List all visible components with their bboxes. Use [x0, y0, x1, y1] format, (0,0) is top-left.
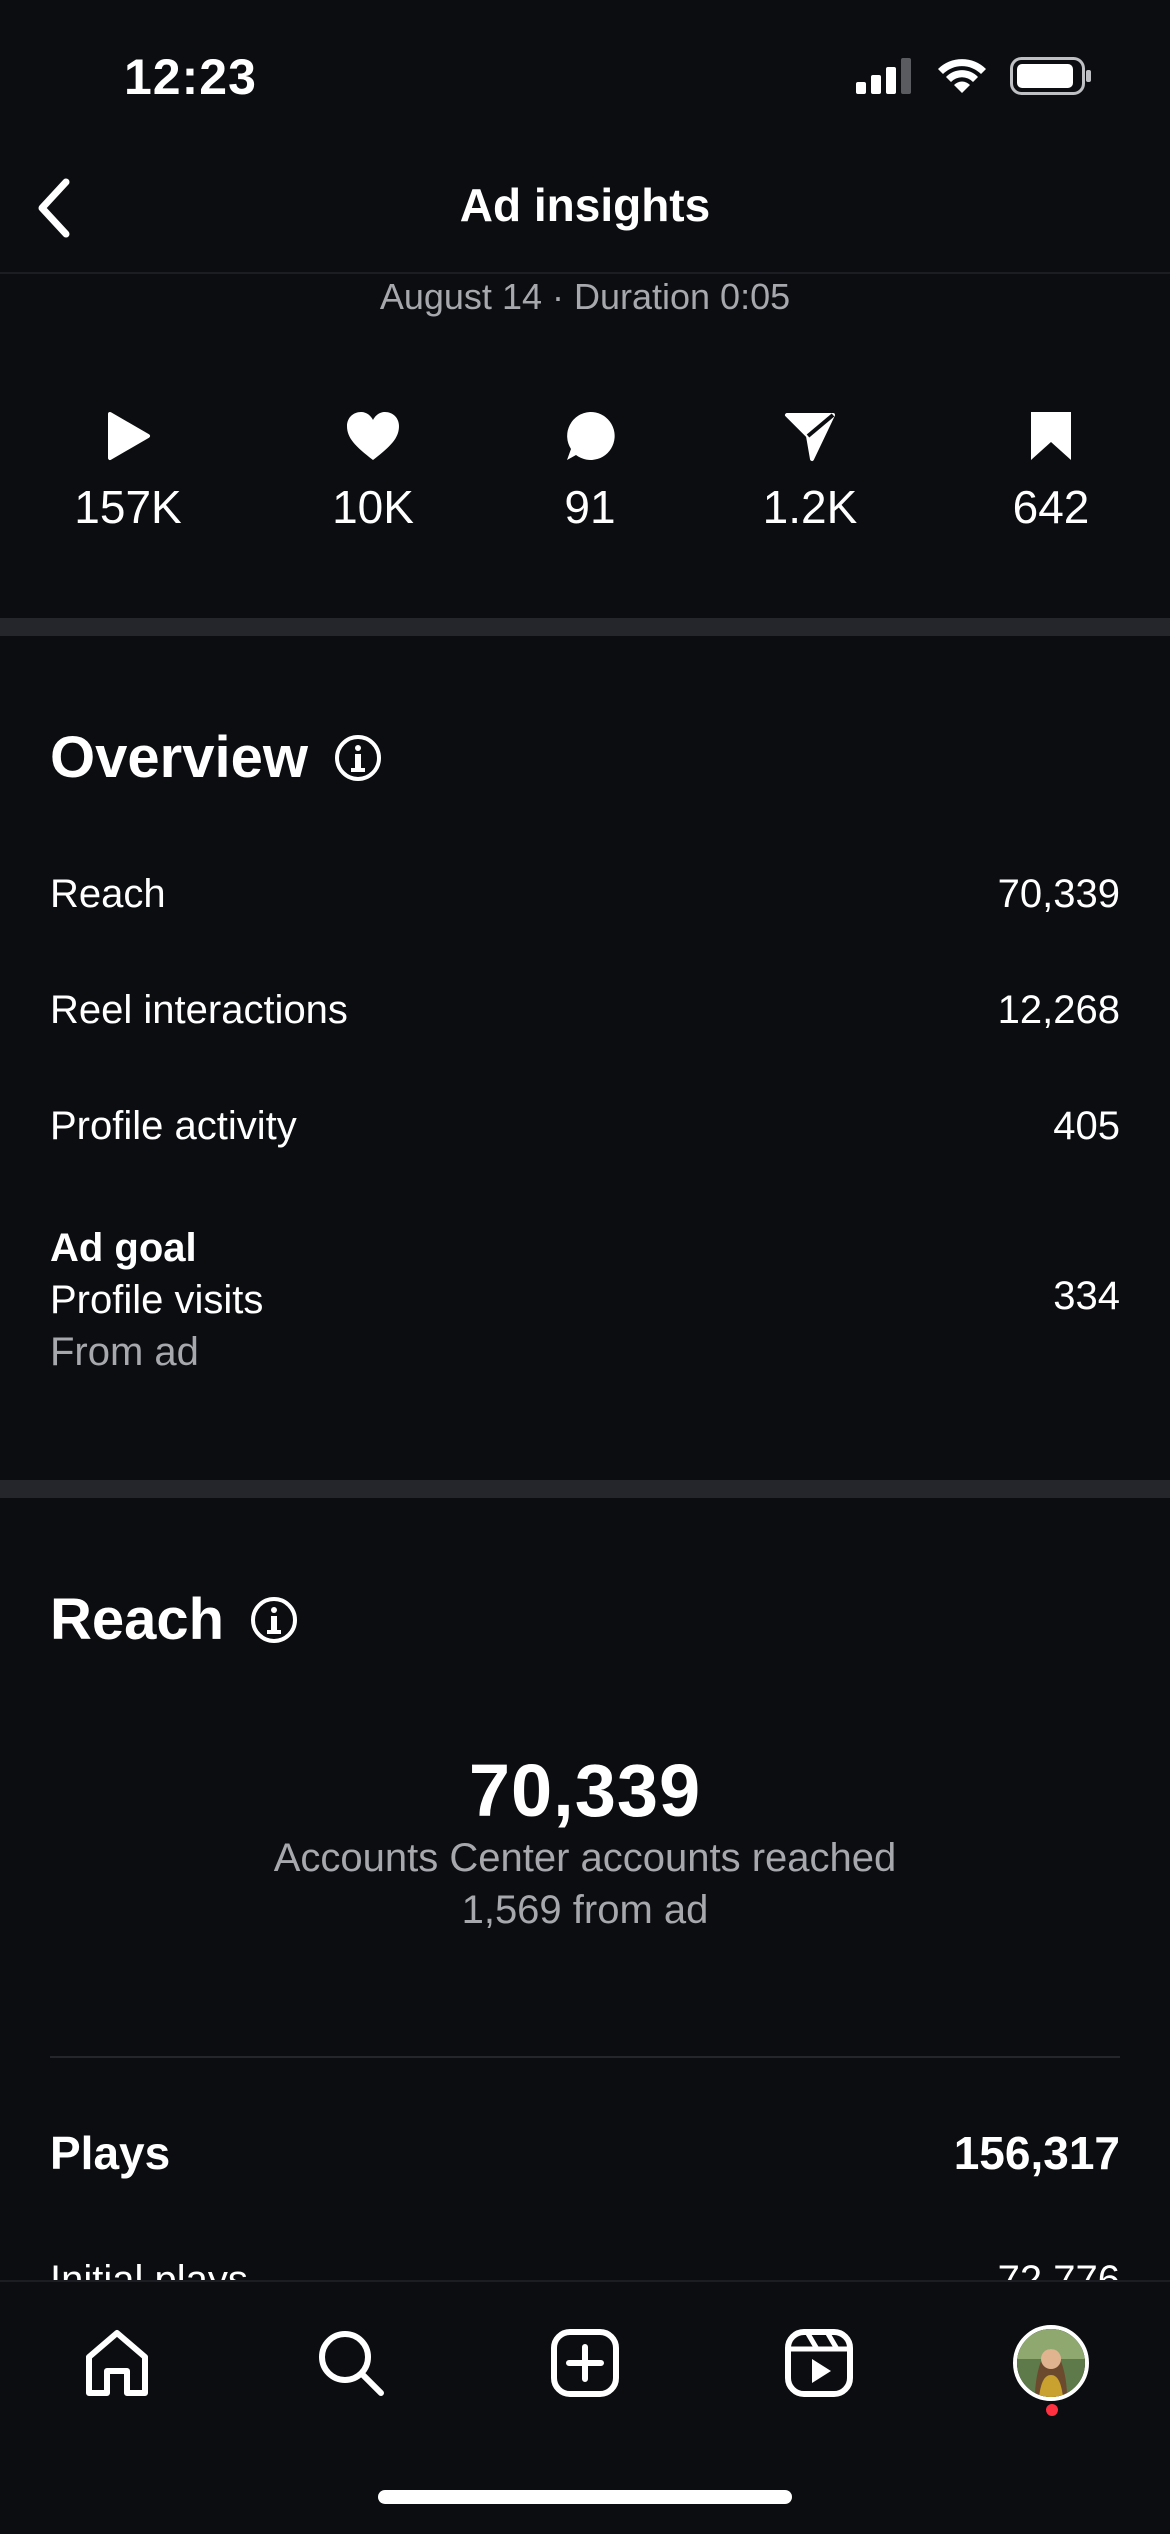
- overview-row-profile-activity: Profile activity 405: [50, 1104, 1120, 1149]
- stat-likes: 10K: [273, 410, 473, 534]
- reach-from-ad: 1,569 from ad: [461, 1888, 709, 1932]
- stat-plays-value: 157K: [74, 481, 182, 533]
- share-icon: [785, 413, 835, 461]
- ad-goal-sub: From ad: [50, 1330, 199, 1374]
- reels-icon: [785, 2329, 853, 2397]
- notification-dot: [1046, 2404, 1058, 2416]
- ad-goal-value: 334: [1053, 1274, 1120, 1318]
- cellular-signal-icon: [856, 58, 911, 94]
- engagement-stats: 157K 10K 91 1.2K 642: [0, 410, 1170, 550]
- create-icon: [551, 2329, 619, 2397]
- row-label: Reach: [50, 872, 166, 916]
- comment-icon: [567, 411, 615, 460]
- row-value: 70,339: [997, 872, 1120, 916]
- stat-plays: 157K: [28, 410, 228, 534]
- overview-row-reel-interactions: Reel interactions 12,268: [50, 988, 1120, 1033]
- post-date-duration: August 14 · Duration 0:05: [379, 276, 791, 317]
- stat-saves-value: 642: [1012, 481, 1090, 533]
- avatar-image: [1017, 2329, 1085, 2397]
- heart-icon: [347, 412, 399, 460]
- section-separator: [0, 618, 1170, 636]
- search-icon: [319, 2331, 384, 2396]
- ad-goal-label: Profile visits: [50, 1278, 264, 1322]
- row-label: Profile activity: [50, 1104, 297, 1148]
- row-label: Reel interactions: [50, 988, 348, 1032]
- plays-label: Plays: [50, 2127, 171, 2179]
- nav-profile[interactable]: [1006, 2318, 1096, 2408]
- section-separator: [0, 1480, 1170, 1498]
- info-icon[interactable]: [250, 1596, 298, 1644]
- status-time: 12:23: [124, 49, 257, 105]
- row-value: 405: [1053, 1104, 1120, 1148]
- overview-row-reach: Reach 70,339: [50, 872, 1120, 917]
- reach-title-text: Reach: [50, 1587, 225, 1652]
- play-icon: [108, 412, 150, 460]
- stat-shares: 1.2K: [710, 410, 910, 534]
- ad-goal-block: Ad goal Profile visits From ad 334: [50, 1222, 1120, 1378]
- info-icon[interactable]: [334, 734, 382, 782]
- plays-value: 156,317: [953, 2127, 1120, 2179]
- profile-avatar: [1013, 2325, 1089, 2401]
- status-icons: [856, 56, 1092, 96]
- wifi-icon: [938, 59, 986, 93]
- home-icon: [86, 2330, 148, 2396]
- reach-section-title: Reach: [50, 1586, 298, 1653]
- stat-saves: 642: [951, 410, 1151, 534]
- page-title: Ad insights: [459, 179, 711, 231]
- overview-section-title: Overview: [50, 724, 382, 791]
- reach-divider: [50, 2056, 1120, 2058]
- stat-comments-value: 91: [564, 481, 616, 533]
- nav-search[interactable]: [306, 2318, 396, 2408]
- plays-row: Plays 156,317: [50, 2126, 1120, 2180]
- home-indicator[interactable]: [378, 2490, 792, 2504]
- header-divider: [0, 272, 1170, 274]
- bookmark-icon: [1031, 412, 1071, 460]
- battery-icon: [1010, 57, 1091, 95]
- reach-caption: Accounts Center accounts reached: [273, 1836, 897, 1880]
- stat-comments: 91: [490, 410, 690, 534]
- nav-home[interactable]: [72, 2318, 162, 2408]
- reach-total: 70,339: [468, 1749, 702, 1832]
- nav-create[interactable]: [540, 2318, 630, 2408]
- row-value: 12,268: [997, 988, 1120, 1032]
- nav-reels[interactable]: [774, 2318, 864, 2408]
- overview-title-text: Overview: [50, 725, 308, 790]
- ad-goal-title: Ad goal: [50, 1226, 197, 1270]
- stat-shares-value: 1.2K: [762, 481, 858, 533]
- stat-likes-value: 10K: [332, 481, 414, 533]
